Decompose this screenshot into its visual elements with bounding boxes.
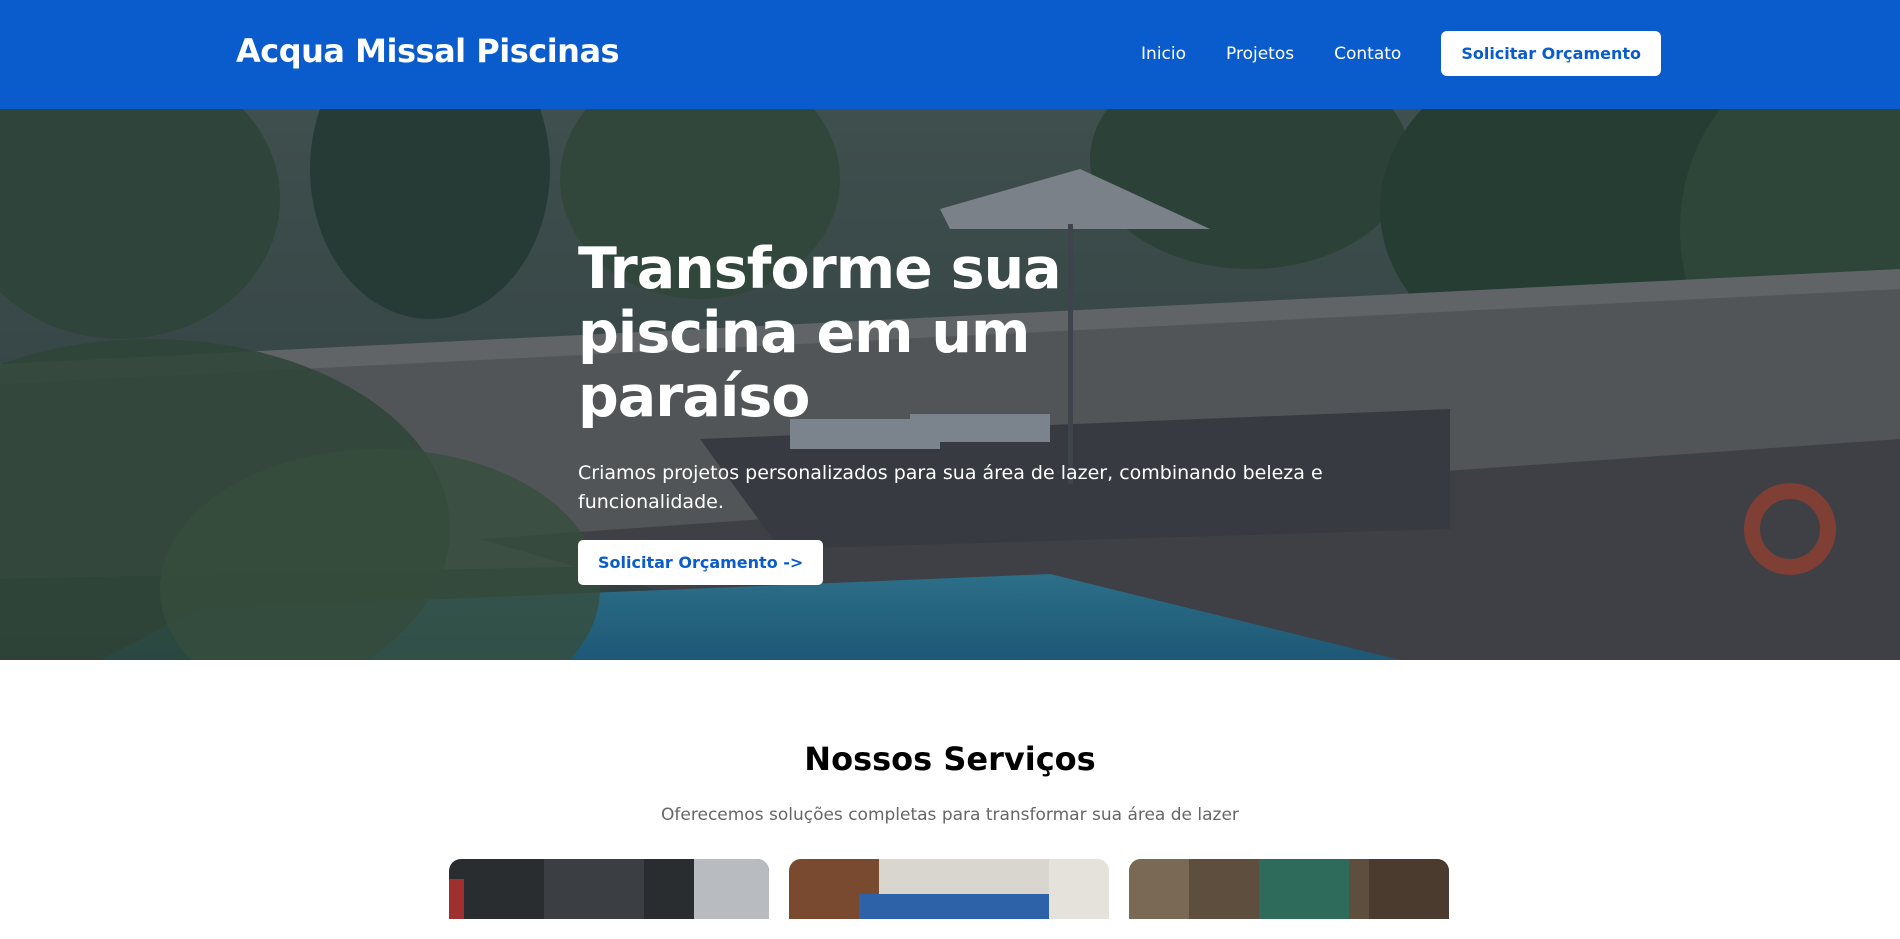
site-header: Acqua Missal Piscinas Inicio Projetos Co… <box>0 0 1900 109</box>
hero-subtitle: Criamos projetos personalizados para sua… <box>578 462 1323 513</box>
hero-section: Transforme sua piscina em um paraíso Cri… <box>0 109 1900 660</box>
services-subtitle: Oferecemos soluções completas para trans… <box>661 805 1239 825</box>
hero-quote-button[interactable]: Solicitar Orçamento -> <box>578 540 824 585</box>
hero-content: Transforme sua piscina em um paraíso Cri… <box>578 237 1338 585</box>
brand-logo-text[interactable]: Acqua Missal Piscinas <box>236 32 620 70</box>
service-card-3-image <box>1129 859 1449 919</box>
main-nav: Inicio Projetos Contato Solicitar Orçame… <box>1141 31 1661 76</box>
nav-link-inicio[interactable]: Inicio <box>1141 44 1186 64</box>
hero-title: Transforme sua piscina em um paraíso <box>578 236 1062 430</box>
services-title: Nossos Serviços <box>804 740 1096 778</box>
nav-link-projetos[interactable]: Projetos <box>1226 44 1294 64</box>
service-card-1-image <box>449 859 769 919</box>
nav-link-contato[interactable]: Contato <box>1334 44 1401 64</box>
header-quote-button[interactable]: Solicitar Orçamento <box>1441 31 1661 76</box>
service-card-1[interactable] <box>449 859 769 939</box>
service-card-2[interactable] <box>789 859 1109 939</box>
service-card-2-image <box>789 859 1109 919</box>
service-card-3[interactable] <box>1129 859 1449 939</box>
